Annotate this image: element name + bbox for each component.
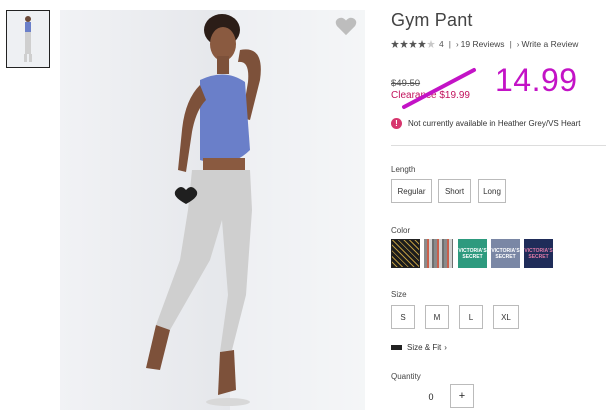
size-option-xl[interactable]: XL	[493, 305, 519, 329]
ruler-icon	[391, 345, 402, 350]
separator: |	[509, 39, 512, 49]
navy-logo-swatch[interactable]: VICTORIA'S SECRET	[524, 239, 553, 268]
gold-sequin-swatch[interactable]	[391, 239, 420, 268]
section-divider	[391, 145, 606, 146]
chevron-right-icon: ›	[455, 39, 459, 49]
swatch-logo-text: VICTORIA'S SECRET	[458, 247, 487, 260]
star-icon	[409, 40, 417, 48]
grey-logo-swatch[interactable]: VICTORIA'S SECRET	[491, 239, 520, 268]
chevron-right-icon: ›	[516, 39, 520, 49]
star-icon	[400, 40, 408, 48]
model-illustration	[60, 10, 365, 410]
green-logo-swatch[interactable]: VICTORIA'S SECRET	[458, 239, 487, 268]
star-icon	[391, 40, 399, 48]
rating-value: 4	[439, 39, 444, 49]
product-hero-image	[60, 10, 365, 410]
size-fit-link[interactable]: Size & Fit ›	[391, 343, 447, 352]
size-option-l[interactable]: L	[459, 305, 483, 329]
original-price: $49.50	[391, 78, 421, 89]
star-icon	[418, 40, 426, 48]
annotation-new-price: 14.99	[495, 62, 578, 98]
rating-row: 4 | › 19 Reviews | › Write a Review	[391, 39, 578, 49]
star-icon	[427, 40, 435, 48]
clearance-price: Clearance $19.99	[391, 90, 470, 101]
size-label: Size	[391, 290, 407, 299]
size-fit-label: Size & Fit	[407, 343, 442, 352]
length-option-short[interactable]: Short	[438, 179, 471, 203]
color-label: Color	[391, 226, 411, 235]
size-option-m[interactable]: M	[425, 305, 449, 329]
separator: |	[448, 39, 451, 49]
size-option-s[interactable]: S	[391, 305, 415, 329]
write-review-link[interactable]: Write a Review	[521, 39, 578, 49]
quantity-value[interactable]: 0	[424, 386, 438, 408]
star-rating	[391, 40, 435, 48]
length-option-long[interactable]: Long	[478, 179, 506, 203]
product-thumbnail[interactable]	[6, 10, 50, 68]
swatch-logo-text: VICTORIA'S SECRET	[524, 247, 553, 260]
swatch-logo-text: VICTORIA'S SECRET	[491, 247, 520, 260]
quantity-increase-button[interactable]: +	[450, 384, 474, 408]
quantity-label: Quantity	[391, 372, 421, 381]
availability-notice: ! Not currently available in Heather Gre…	[391, 118, 581, 129]
stripe-swatch[interactable]	[424, 239, 453, 268]
length-label: Length	[391, 165, 416, 174]
alert-icon: !	[391, 118, 402, 129]
length-option-regular[interactable]: Regular	[391, 179, 432, 203]
heart-icon[interactable]	[335, 16, 357, 36]
availability-text: Not currently available in Heather Grey/…	[408, 119, 581, 128]
chevron-right-icon: ›	[444, 343, 447, 352]
reviews-link[interactable]: 19 Reviews	[461, 39, 505, 49]
product-title: Gym Pant	[391, 10, 473, 30]
